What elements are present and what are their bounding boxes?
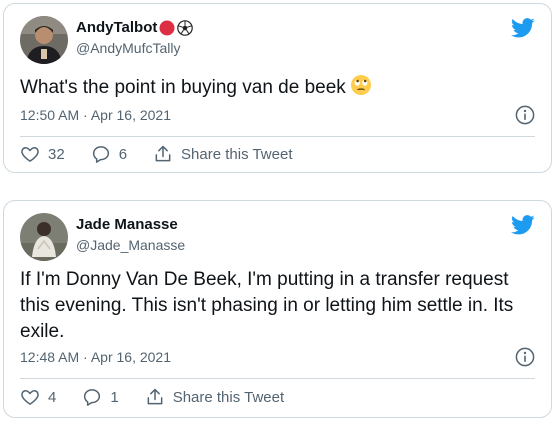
twitter-bird-icon[interactable] bbox=[511, 215, 535, 235]
reply-icon bbox=[92, 146, 109, 163]
tweet-meta: 12:48 AM · Apr 16, 2021 bbox=[20, 346, 535, 368]
divider bbox=[20, 378, 535, 379]
tweet-meta: 12:50 AM · Apr 16, 2021 bbox=[20, 104, 535, 126]
reply-icon bbox=[84, 389, 101, 406]
avatar[interactable] bbox=[20, 16, 68, 64]
display-name[interactable]: AndyTalbot bbox=[76, 18, 157, 38]
share-label: Share this Tweet bbox=[181, 145, 293, 163]
like-button[interactable]: 4 bbox=[20, 387, 56, 407]
share-label: Share this Tweet bbox=[172, 388, 285, 406]
red-circle-icon bbox=[159, 20, 175, 36]
face-with-rolling-eyes-icon bbox=[350, 75, 371, 95]
soccer-ball-icon bbox=[177, 20, 194, 36]
reply-button[interactable]: 6 bbox=[91, 144, 127, 164]
heart-icon bbox=[21, 390, 39, 405]
avatar[interactable] bbox=[20, 213, 68, 261]
handle[interactable]: @AndyMufcTally bbox=[76, 39, 193, 57]
like-count: 4 bbox=[48, 388, 57, 406]
share-button[interactable]: Share this Tweet bbox=[145, 387, 284, 407]
tweet-card[interactable]: AndyTalbot @AndyMufcTally What's the poi… bbox=[3, 3, 552, 173]
like-count: 32 bbox=[48, 145, 65, 163]
display-name[interactable]: Jade Manasse bbox=[76, 215, 178, 235]
heart-icon bbox=[21, 147, 39, 162]
tweet-text: What's the point in buying van de beek bbox=[20, 74, 535, 101]
like-button[interactable]: 32 bbox=[20, 144, 65, 164]
tweet-actions: 32 6 Share this Tweet bbox=[20, 144, 318, 164]
tweet-actions: 4 1 Share this Tweet bbox=[20, 387, 310, 407]
handle[interactable]: @Jade_Manasse bbox=[76, 236, 185, 254]
info-icon[interactable] bbox=[515, 347, 535, 367]
tweet-author: Jade Manasse @Jade_Manasse bbox=[76, 215, 185, 254]
divider bbox=[20, 136, 535, 137]
twitter-bird-icon[interactable] bbox=[511, 18, 535, 38]
reply-count: 1 bbox=[110, 388, 119, 406]
timestamp[interactable]: 12:50 AM · Apr 16, 2021 bbox=[20, 107, 171, 123]
tweet-text-content: What's the point in buying van de beek bbox=[20, 77, 346, 98]
share-icon bbox=[147, 388, 163, 405]
tweet-card[interactable]: Jade Manasse @Jade_Manasse If I'm Donny … bbox=[3, 200, 552, 418]
reply-button[interactable]: 1 bbox=[82, 387, 119, 407]
share-icon bbox=[155, 145, 171, 162]
info-icon[interactable] bbox=[515, 105, 535, 125]
tweet-text: If I'm Donny Van De Beek, I'm putting in… bbox=[20, 269, 519, 342]
tweet-author: AndyTalbot @AndyMufcTally bbox=[76, 18, 194, 57]
reply-count: 6 bbox=[118, 145, 128, 163]
share-button[interactable]: Share this Tweet bbox=[153, 144, 292, 164]
timestamp[interactable]: 12:48 AM · Apr 16, 2021 bbox=[20, 349, 171, 365]
